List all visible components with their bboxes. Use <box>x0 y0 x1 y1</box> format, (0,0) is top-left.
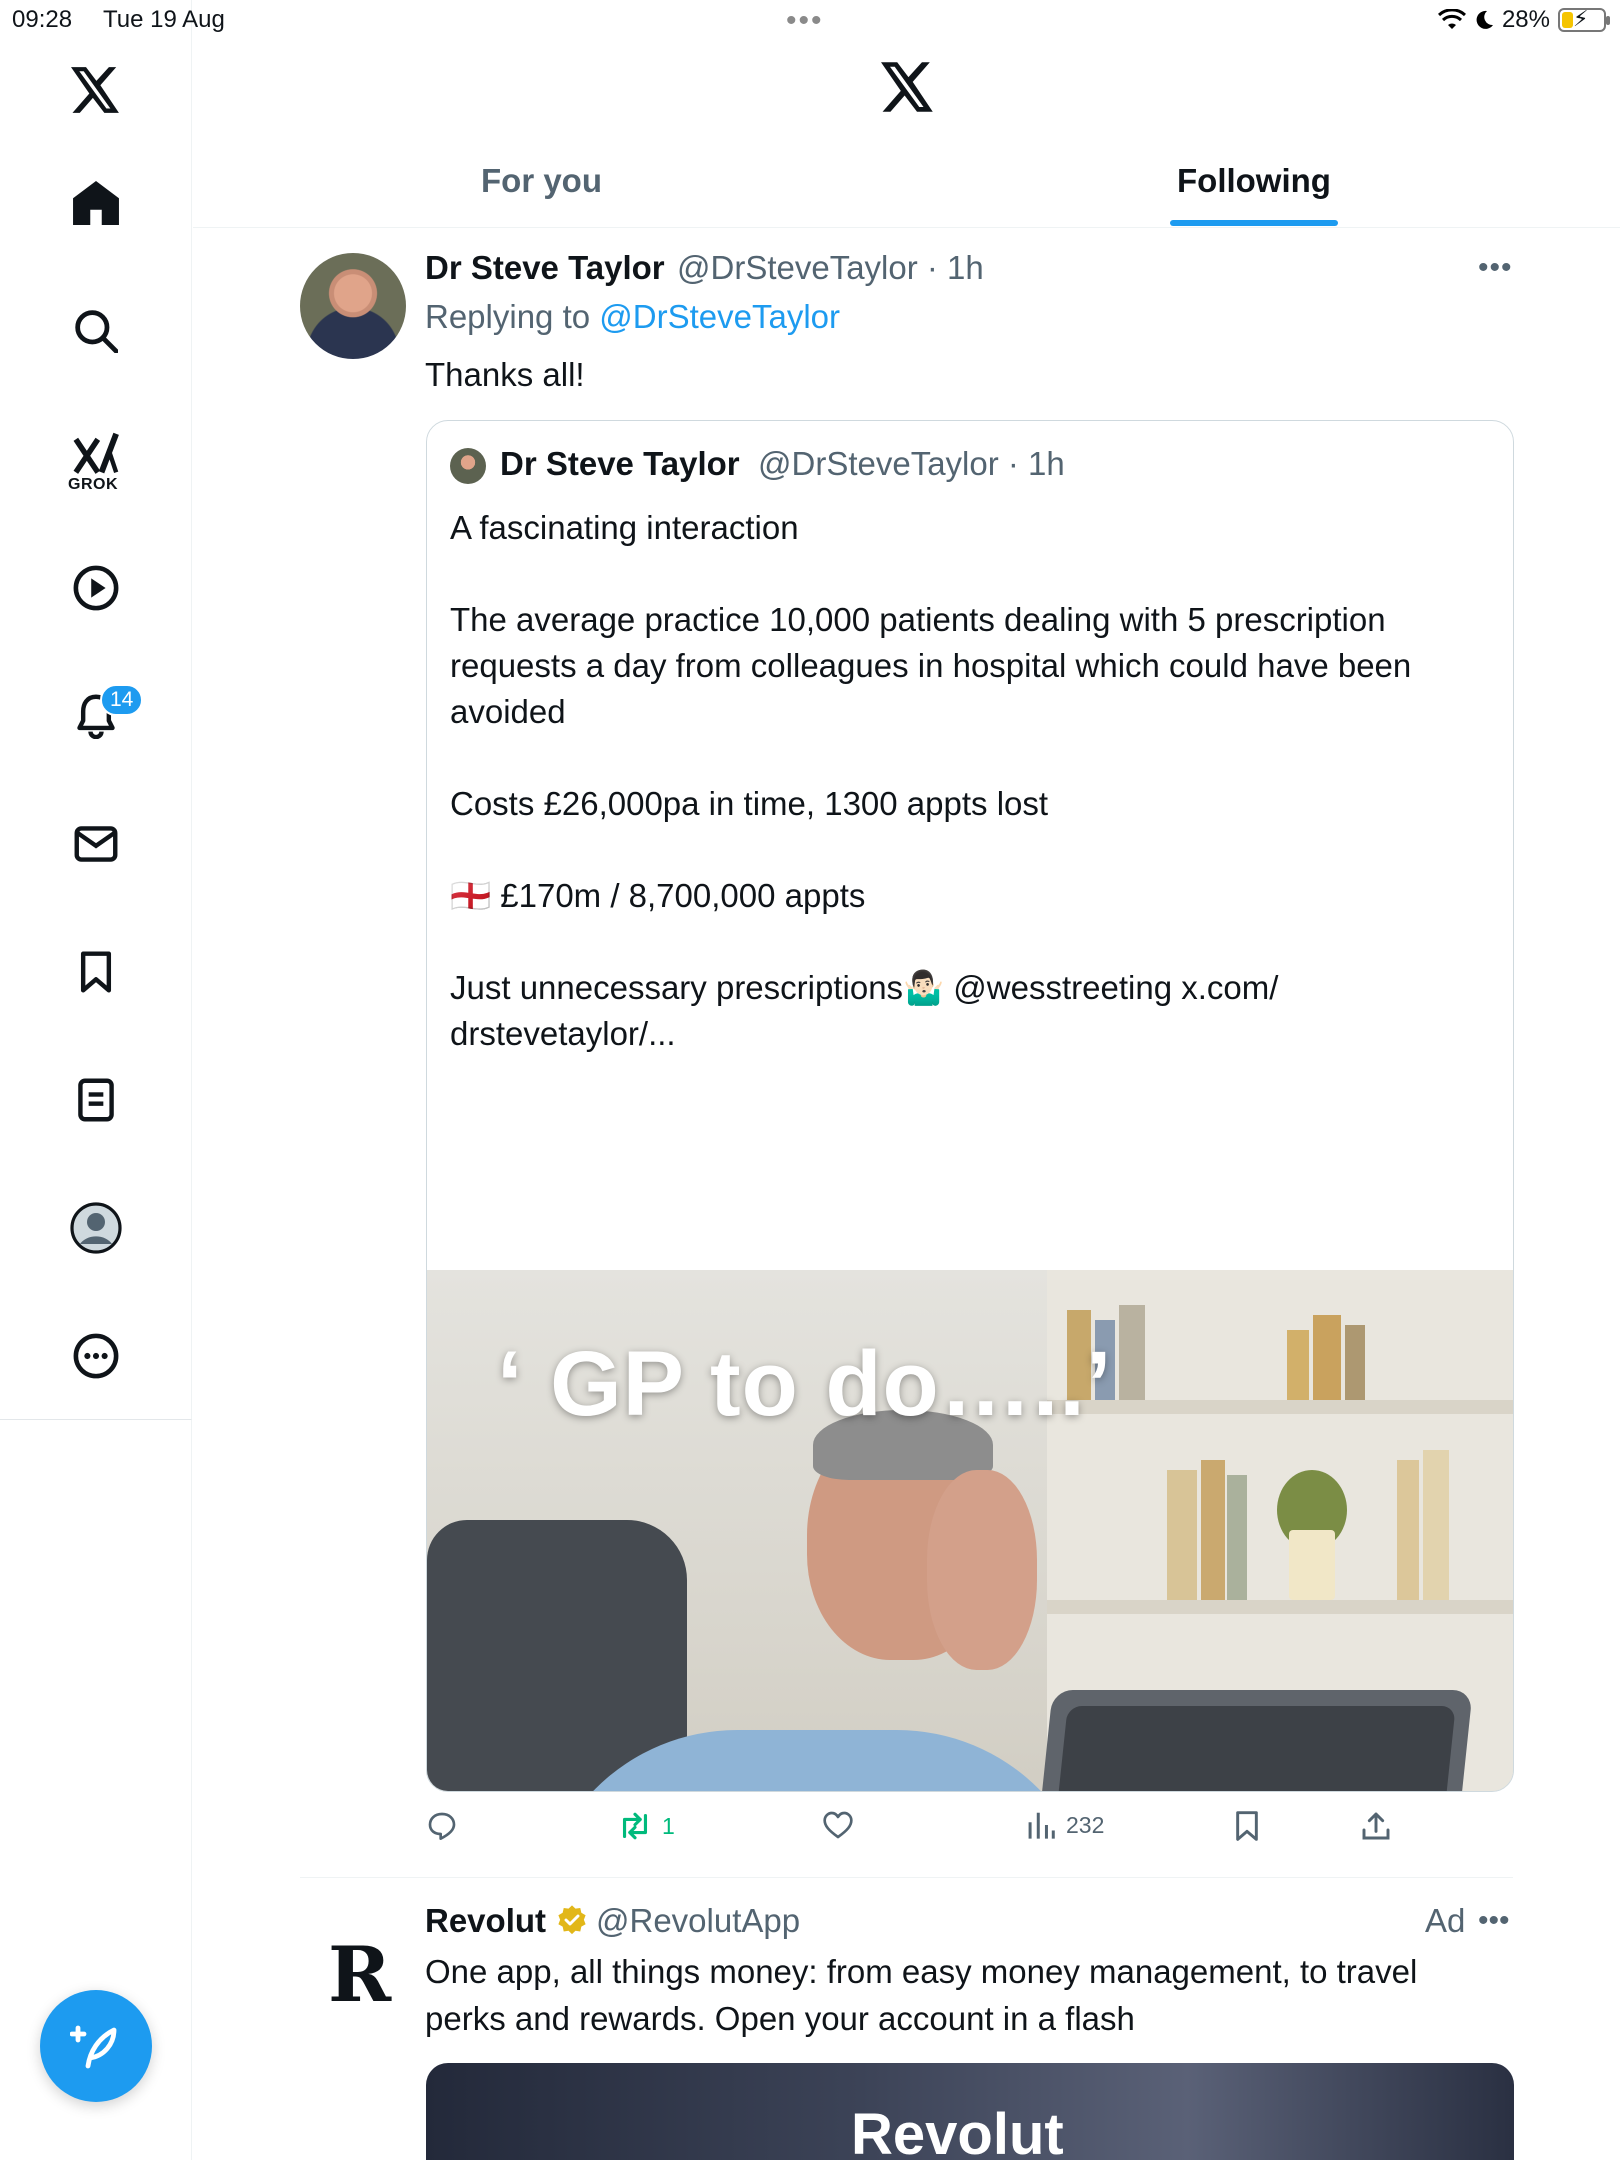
replying-to: Replying to @DrSteveTaylor <box>425 298 840 336</box>
ad-author-name[interactable]: Revolut <box>425 1902 546 1940</box>
quoted-tweet[interactable]: Dr Steve Taylor @DrSteveTaylor · 1h A fa… <box>426 420 1514 1792</box>
tweet-actions: 1 232 <box>426 1810 1514 1850</box>
more-options-icon[interactable]: ••• <box>1478 251 1513 285</box>
tweet-text: Thanks all! <box>425 356 585 393</box>
profile-avatar-icon[interactable] <box>60 1192 132 1264</box>
replying-to-mention[interactable]: @DrSteveTaylor <box>599 298 840 335</box>
verified-badge-icon <box>558 1905 586 1935</box>
status-bar: 09:28 Tue 19 Aug ••• 28% ⚡ <box>0 0 1620 40</box>
author-name[interactable]: Dr Steve Taylor <box>425 249 665 287</box>
lists-icon[interactable] <box>60 1064 132 1136</box>
wifi-icon <box>1437 9 1466 29</box>
compose-post-button[interactable] <box>40 1990 152 2102</box>
like-button[interactable] <box>822 1810 864 1840</box>
ad-image[interactable]: Revolut <box>426 2063 1514 2160</box>
compose-feather-icon <box>70 2025 117 2069</box>
more-options-icon[interactable]: ••• <box>1478 1904 1510 1938</box>
moon-icon <box>1476 10 1493 29</box>
tab-following[interactable]: Following <box>1177 162 1331 200</box>
image-caption: ‘ GP to do…..’ <box>497 1333 1113 1435</box>
messages-envelope-icon[interactable] <box>60 808 132 880</box>
sidebar-divider <box>191 1420 192 2160</box>
retweet-count: 1 <box>662 1812 675 1839</box>
notifications-badge: 14 <box>100 684 144 716</box>
author-avatar[interactable] <box>300 253 406 359</box>
ad-image-text: Revolut <box>851 2102 1064 2160</box>
multitasking-dots-icon[interactable]: ••• <box>786 4 824 38</box>
ad-text: One app, all things money: from easy mon… <box>425 1953 1418 2037</box>
bookmark-icon <box>1236 1811 1258 1841</box>
status-date: Tue 19 Aug <box>103 6 225 33</box>
views-chart-icon <box>1028 1812 1055 1839</box>
battery-icon: ⚡ <box>1558 6 1610 32</box>
ad-author-handle[interactable]: @RevolutApp <box>596 1902 800 1940</box>
quote-image[interactable]: ‘ GP to do…..’ <box>427 1270 1513 1791</box>
x-logo-icon[interactable] <box>60 54 132 126</box>
video-play-icon[interactable] <box>60 552 132 624</box>
x-logo-icon <box>881 62 935 117</box>
more-circle-icon[interactable] <box>60 1320 132 1392</box>
ad-label: Ad <box>1425 1902 1466 1939</box>
revolut-logo[interactable]: R <box>328 1930 391 2019</box>
status-time: 09:28 <box>12 6 73 33</box>
active-tab-indicator <box>1170 220 1338 226</box>
retweet-icon <box>622 1812 648 1840</box>
author-handle-time[interactable]: @DrSteveTaylor · 1h <box>677 249 984 287</box>
tweet-divider <box>300 1877 1513 1878</box>
views-count: 232 <box>1066 1811 1105 1838</box>
quote-author-name: Dr Steve Taylor <box>500 445 740 482</box>
bookmark-button[interactable] <box>1234 1810 1260 1842</box>
tab-for-you[interactable]: For you <box>481 162 602 200</box>
replying-prefix: Replying to <box>425 298 591 335</box>
home-icon[interactable] <box>60 167 132 239</box>
grok-label: GROK <box>68 476 118 493</box>
sidebar-nav: GROK 14 <box>0 0 192 1420</box>
quote-author-handle-time: @DrSteveTaylor · 1h <box>758 445 1065 482</box>
battery-percent: 28% <box>1501 6 1550 33</box>
reply-button[interactable] <box>426 1810 468 1842</box>
share-button[interactable] <box>1361 1810 1391 1842</box>
heart-icon <box>823 1811 853 1839</box>
reply-icon <box>428 1812 456 1840</box>
search-icon[interactable] <box>60 295 132 367</box>
retweet-button[interactable]: 1 <box>618 1810 675 1842</box>
share-icon <box>1362 1812 1390 1840</box>
bookmarks-icon[interactable] <box>60 936 132 1008</box>
quote-author-avatar <box>450 448 486 484</box>
views-button[interactable]: 232 <box>1026 1810 1104 1840</box>
quote-text: A fascinating interaction The average pr… <box>450 509 1412 1052</box>
